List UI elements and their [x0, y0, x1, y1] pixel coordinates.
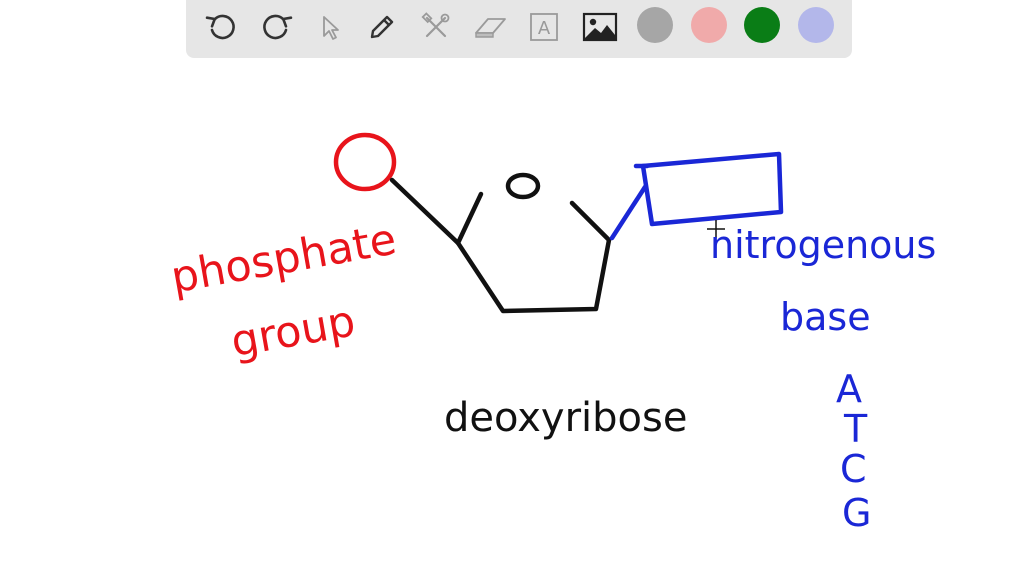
ring-oxygen-mark: [505, 172, 541, 200]
color-swatch-lavender[interactable]: [798, 7, 834, 43]
color-swatch-green[interactable]: [744, 7, 780, 43]
drawing-canvas[interactable]: [0, 0, 1024, 576]
undo-icon: [205, 14, 235, 40]
select-tool-button[interactable]: [308, 5, 352, 49]
redo-button[interactable]: [254, 5, 298, 49]
base-letter-c: C: [840, 447, 867, 491]
base-label-line1: nitrogenous: [710, 223, 937, 267]
base-letter-g: G: [842, 491, 872, 535]
drawing-toolbar: A: [186, 0, 852, 58]
color-swatch-pink[interactable]: [691, 7, 727, 43]
whiteboard-stage: phosphate group deoxyribose nitrogenous …: [0, 0, 1024, 576]
phosphate-circle: [333, 132, 397, 192]
text-box-icon: A: [530, 13, 558, 41]
image-icon: [582, 12, 618, 42]
base-label-line2: base: [780, 295, 871, 339]
sugar-label: deoxyribose: [444, 395, 688, 441]
redo-icon: [263, 14, 293, 40]
eraser-tool-button[interactable]: [468, 5, 512, 49]
color-swatch-gray[interactable]: [637, 7, 673, 43]
text-tool-button[interactable]: A: [522, 5, 566, 49]
base-letter-t: T: [844, 407, 868, 451]
eraser-icon: [475, 18, 506, 38]
undo-button[interactable]: [200, 5, 244, 49]
pen-tool-button[interactable]: [360, 5, 404, 49]
hammer-wrench-icon: [421, 12, 450, 38]
deoxyribose-ring: [389, 177, 612, 314]
text-tool-glyph: A: [538, 18, 551, 39]
tools-button[interactable]: [414, 5, 458, 49]
pencil-icon: [370, 15, 394, 39]
image-tool-button[interactable]: [578, 5, 622, 49]
cursor-arrow-icon: [323, 16, 339, 40]
base-letter-a: A: [836, 367, 862, 411]
